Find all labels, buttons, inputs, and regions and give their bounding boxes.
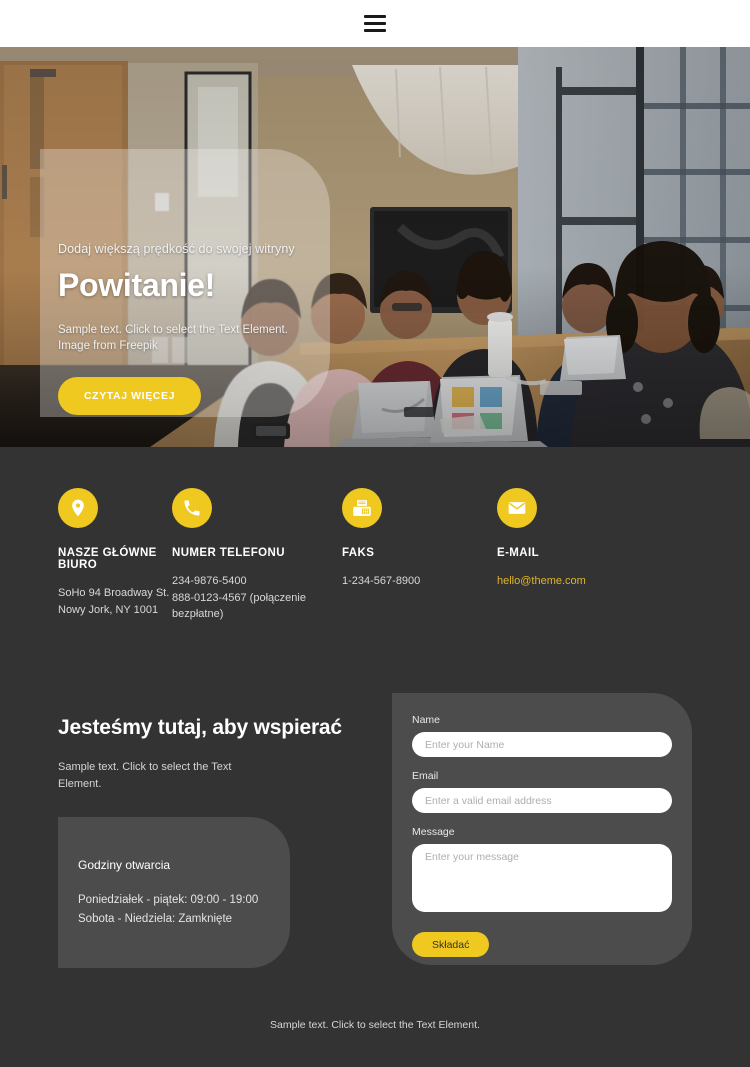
- name-input[interactable]: [412, 732, 672, 758]
- contact-form-panel: Name Email Message Składać: [392, 693, 692, 966]
- message-field-group: Message: [412, 826, 672, 917]
- email-link[interactable]: hello@theme.com: [497, 575, 586, 587]
- contact-line: 234-9876-5400: [172, 575, 247, 587]
- support-subtext-line-1: Sample text. Click to select the Text: [58, 761, 232, 774]
- email-input[interactable]: [412, 788, 672, 814]
- hamburger-bar: [364, 22, 386, 25]
- opening-hours-title: Godziny otwarcia: [78, 858, 171, 873]
- site-header: [0, 0, 750, 47]
- contact-title-office: NASZE GŁÓWNE BIURO: [58, 547, 157, 571]
- fax-icon: [342, 488, 382, 528]
- hero-subtitle-line-2: Image from Freepik: [58, 340, 158, 353]
- hero-content: Dodaj większą prędkość do swojej witryny…: [58, 242, 358, 415]
- contact-info-strip: NASZE GŁÓWNE BIURO SoHo 94 Broadway St. …: [0, 447, 750, 623]
- contact-title-email: E-MAIL: [497, 547, 540, 559]
- hero-section: Dodaj większą prędkość do swojej witryny…: [0, 47, 750, 447]
- submit-button[interactable]: Składać: [412, 932, 490, 958]
- support-subtext-line-2: Element.: [58, 777, 102, 790]
- hero-subtitle-line-1: Sample text. Click to select the Text El…: [58, 324, 288, 336]
- site-footer: Sample text. Click to select the Text El…: [0, 982, 750, 1067]
- opening-hours-weekend: Sobota - Niedziela: Zamknięte: [78, 912, 233, 925]
- support-left-column: Jesteśmy tutaj, aby wspierać Sample text…: [58, 716, 358, 969]
- contact-title-phone: NUMER TELEFONU: [172, 547, 285, 559]
- email-label: Email: [412, 770, 439, 783]
- message-label: Message: [412, 826, 455, 839]
- read-more-button[interactable]: CZYTAJ WIĘCEJ: [58, 376, 202, 415]
- contact-column-email: E-MAIL hello@theme.com: [497, 488, 677, 623]
- hero-title: Powitanie!: [58, 267, 216, 303]
- footer-text: Sample text. Click to select the Text El…: [270, 1018, 480, 1031]
- contact-line: 1-234-567-8900: [342, 575, 421, 587]
- hero-subtitle: Sample text. Click to select the Text El…: [58, 322, 358, 355]
- support-heading: Jesteśmy tutaj, aby wspierać: [58, 716, 342, 740]
- contact-column-office: NASZE GŁÓWNE BIURO SoHo 94 Broadway St. …: [0, 488, 172, 623]
- email-field-group: Email: [412, 770, 672, 814]
- opening-hours-lines: Poniedziałek - piątek: 09:00 - 19:00 Sob…: [78, 891, 290, 928]
- contact-lines-office: SoHo 94 Broadway St. Nowy Jork, NY 1001: [58, 585, 172, 618]
- contact-column-phone: NUMER TELEFONU 234-9876-5400 888-0123-45…: [172, 488, 342, 623]
- name-field-group: Name: [412, 714, 672, 758]
- opening-hours-card: Godziny otwarcia Poniedziałek - piątek: …: [58, 817, 290, 969]
- contact-line: Nowy Jork, NY 1001: [58, 603, 159, 616]
- page-root: Dodaj większą prędkość do swojej witryny…: [0, 0, 750, 1067]
- phone-icon: [172, 488, 212, 528]
- hamburger-icon[interactable]: [364, 15, 386, 32]
- contact-line: bezpłatne): [172, 608, 224, 621]
- contact-lines-phone: 234-9876-5400 888-0123-4567 (połączenie …: [172, 573, 342, 623]
- hamburger-bar: [364, 29, 386, 32]
- hero-eyebrow: Dodaj większą prędkość do swojej witryny: [58, 242, 295, 256]
- contact-lines-email: hello@theme.com: [497, 573, 677, 590]
- contact-lines-fax: 1-234-567-8900: [342, 573, 497, 590]
- hamburger-bar: [364, 15, 386, 18]
- contact-title-fax: FAKS: [342, 547, 375, 559]
- support-subtext: Sample text. Click to select the Text El…: [58, 759, 358, 792]
- opening-hours-weekday: Poniedziałek - piątek: 09:00 - 19:00: [78, 894, 259, 907]
- envelope-icon: [497, 488, 537, 528]
- support-section: Jesteśmy tutaj, aby wspierać Sample text…: [0, 693, 750, 996]
- contact-column-fax: FAKS 1-234-567-8900: [342, 488, 497, 623]
- name-label: Name: [412, 714, 441, 727]
- location-pin-icon: [58, 488, 98, 528]
- message-textarea[interactable]: [412, 844, 672, 913]
- contact-line: 888-0123-4567 (połączenie: [172, 591, 306, 604]
- contact-line: SoHo 94 Broadway St.: [58, 587, 170, 599]
